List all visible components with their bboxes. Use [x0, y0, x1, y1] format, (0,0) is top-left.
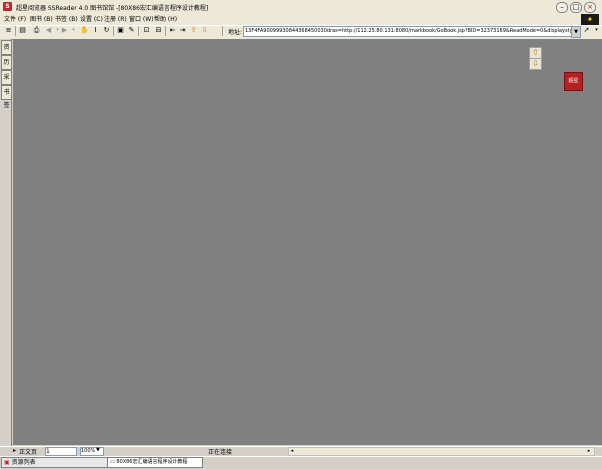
task-book-label: 80X86宏汇编语言程序设计教程	[116, 459, 188, 465]
page-number-input[interactable]: 1	[45, 447, 77, 456]
horizontal-scrollbar[interactable]	[288, 447, 595, 456]
window-title: 超星阅览器 SSReader 4.0 图书馆馆 -[80X86宏汇编语言程序设计…	[16, 5, 209, 12]
address-label: 地址:	[228, 29, 243, 36]
menu-book[interactable]: 图书 (B)	[30, 14, 53, 23]
app-icon[interactable]: S	[3, 2, 12, 11]
zoom-dropdown-icon[interactable]: ▼	[96, 447, 100, 453]
sidebar-tab-bookmarks[interactable]: 书签	[1, 85, 12, 109]
fit-width-icon[interactable]: ⊟	[154, 26, 163, 35]
sidebar-tab-collect[interactable]: 采集	[1, 70, 12, 94]
open-icon[interactable]: ▤	[18, 26, 27, 35]
zoom-select[interactable]: 100%	[80, 447, 104, 456]
menu-register[interactable]: 注册 (R)	[104, 14, 127, 23]
status-text: 正在连接	[208, 449, 233, 456]
go-icon[interactable]: ➚	[582, 26, 591, 35]
page-up-icon[interactable]: ⇧	[189, 26, 198, 35]
refresh-icon[interactable]: ↻	[102, 26, 111, 35]
fit-page-icon[interactable]: ⊡	[142, 26, 151, 35]
menu-window[interactable]: 窗口 (W)	[129, 14, 154, 23]
close-button[interactable]: ×	[584, 2, 596, 13]
address-dropdown-icon[interactable]: ▼	[571, 26, 581, 38]
toolbar-separator	[138, 26, 139, 36]
last-page-icon[interactable]: ⇥	[178, 26, 187, 35]
scroll-right-icon[interactable]: ▸	[585, 447, 593, 455]
task-recent-label: 资源列表	[11, 459, 36, 466]
sidebar-tab-resources[interactable]: 资源	[1, 40, 12, 64]
brand-logo-icon: ✦	[581, 14, 599, 25]
toolbar-separator	[15, 26, 16, 36]
pen-icon[interactable]: ✎	[127, 26, 136, 35]
hand-tool-icon[interactable]: ✋	[80, 26, 89, 35]
toolbar-separator	[222, 26, 223, 36]
list-icon: ▣	[4, 459, 12, 466]
task-recent-list[interactable]: ▣ 资源列表	[1, 457, 109, 468]
task-book-window[interactable]: ▭ 80X86宏汇编语言程序设计教程	[107, 457, 203, 468]
bookmark-icon[interactable]: ▣	[116, 26, 125, 35]
forward-icon[interactable]: ▶	[60, 26, 69, 35]
document-viewer[interactable]	[13, 39, 602, 445]
page-down-icon[interactable]: ⇩	[200, 26, 209, 35]
go-dropdown-icon[interactable]: ▾	[592, 26, 601, 35]
scroll-left-icon[interactable]: ◂	[288, 447, 296, 455]
toolbar-menu-icon[interactable]: ≡	[4, 26, 13, 35]
toolbar-separator	[113, 26, 114, 36]
first-page-icon[interactable]: ⇤	[168, 26, 177, 35]
menu-settings[interactable]: 设置 (C)	[80, 14, 103, 23]
superstar-logo-icon[interactable]: 超星	[564, 72, 583, 91]
minimize-button[interactable]: –	[556, 2, 568, 13]
page-nav-icon[interactable]: ▸	[13, 447, 16, 454]
toolbar-separator	[165, 26, 166, 36]
text-select-icon[interactable]: I	[91, 26, 100, 35]
viewer-page-down-icon[interactable]: ⇩	[529, 58, 542, 70]
sidebar-tab-history[interactable]: 历史	[1, 55, 12, 79]
print-icon[interactable]: ⎙	[32, 26, 41, 35]
forward-dropdown-icon[interactable]: ▾	[69, 26, 78, 35]
menu-help[interactable]: 帮助 (H)	[154, 14, 177, 23]
address-input[interactable]: 13F4FA90099930844368450030dras=http://11…	[243, 26, 573, 37]
back-icon[interactable]: ◀	[44, 26, 53, 35]
menu-file[interactable]: 文件 (F)	[4, 14, 26, 23]
maximize-button[interactable]: □	[570, 2, 582, 13]
page-mode-label[interactable]: 正文页	[19, 447, 37, 456]
menu-bookmark[interactable]: 书签 (B)	[55, 14, 78, 23]
